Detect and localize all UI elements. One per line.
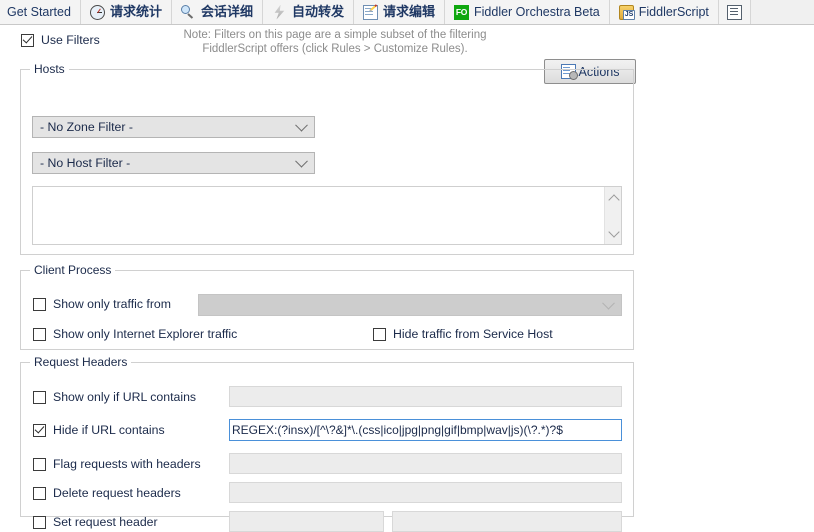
set-request-header-value-input[interactable]: [392, 511, 622, 532]
show-only-traffic-from-row[interactable]: Show only traffic from: [33, 297, 171, 311]
tab-label: 请求编辑: [382, 4, 435, 20]
scroll-down-arrow-icon[interactable]: [605, 225, 622, 242]
flag-requests-with-headers-input[interactable]: [229, 453, 622, 474]
delete-request-headers-label: Delete request headers: [53, 486, 181, 500]
hide-service-host-checkbox[interactable]: [373, 327, 386, 341]
note-line-1: Note: Filters on this page are a simple …: [183, 29, 487, 41]
tab-strip: Get Started 请求统计 会话详细 自动转发 请求编辑 FO Fiddl…: [0, 0, 814, 25]
hide-if-url-contains-label: Hide if URL contains: [53, 423, 165, 437]
tab-fiddlerscript[interactable]: FiddlerScript: [609, 0, 719, 24]
show-only-traffic-from-label: Show only traffic from: [53, 297, 172, 311]
tab-label: Fiddler Orchestra Beta: [474, 4, 600, 19]
use-filters-row[interactable]: Use Filters: [21, 33, 100, 47]
magnifier-icon: [180, 4, 196, 20]
show-only-ie-traffic-row[interactable]: Show only Internet Explorer traffic: [33, 327, 237, 341]
show-only-if-url-contains-input[interactable]: [229, 386, 622, 407]
tab-autoresponder[interactable]: 自动转发: [262, 0, 354, 24]
request-headers-group-title: Request Headers: [30, 355, 132, 369]
filters-header: Use Filters Note: Filters on this page a…: [0, 25, 660, 63]
log-list-icon: [726, 4, 742, 20]
pencil-edit-icon: [362, 4, 378, 20]
client-process-combobox[interactable]: [198, 294, 622, 316]
host-list-content[interactable]: [33, 187, 604, 244]
set-request-header-label: Set request header: [53, 515, 158, 529]
note-line-2: FiddlerScript offers (click Rules > Cust…: [202, 43, 468, 55]
tab-label: 自动转发: [291, 4, 344, 20]
host-filter-value: - No Host Filter -: [40, 156, 131, 170]
hide-if-url-contains-input[interactable]: REGEX:(?insx)/[^\?&]*\.(css|ico|jpg|png|…: [229, 419, 622, 441]
js-script-icon: [618, 4, 636, 20]
tab-session-inspector[interactable]: 会话详细: [171, 0, 263, 24]
fo-badge-icon: FO: [454, 4, 469, 20]
zone-filter-value: - No Zone Filter -: [40, 120, 133, 134]
client-process-group-title: Client Process: [30, 263, 116, 277]
show-only-if-url-contains-row[interactable]: Show only if URL contains: [33, 390, 196, 404]
tab-composer[interactable]: 请求编辑: [353, 0, 445, 24]
filters-page: Use Filters Note: Filters on this page a…: [0, 25, 814, 532]
chevron-down-icon: [295, 154, 308, 168]
hide-if-url-contains-row[interactable]: Hide if URL contains: [33, 423, 165, 437]
delete-request-headers-input[interactable]: [229, 482, 622, 503]
lightning-bolt-icon: [274, 4, 285, 20]
tab-fiddler-orchestra-beta[interactable]: FO Fiddler Orchestra Beta: [445, 0, 610, 24]
tab-label: Get Started: [7, 4, 71, 19]
tab-label: 请求统计: [109, 4, 162, 20]
set-request-header-checkbox[interactable]: [33, 515, 46, 529]
use-filters-checkbox[interactable]: [21, 33, 34, 47]
clock-stats-icon: [89, 4, 105, 20]
chevron-down-icon: [602, 296, 615, 310]
flag-requests-with-headers-row[interactable]: Flag requests with headers: [33, 457, 201, 471]
hide-service-host-label: Hide traffic from Service Host: [393, 327, 553, 341]
show-only-ie-traffic-checkbox[interactable]: [33, 327, 46, 341]
hosts-group-title: Hosts: [30, 62, 69, 76]
flag-requests-with-headers-label: Flag requests with headers: [53, 457, 201, 471]
show-only-ie-traffic-label: Show only Internet Explorer traffic: [53, 327, 238, 341]
zone-filter-combobox[interactable]: - No Zone Filter -: [32, 116, 315, 138]
set-request-header-name-input[interactable]: [229, 511, 384, 532]
flag-requests-with-headers-checkbox[interactable]: [33, 457, 46, 471]
delete-request-headers-row[interactable]: Delete request headers: [33, 486, 181, 500]
hide-if-url-contains-value: REGEX:(?insx)/[^\?&]*\.(css|ico|jpg|png|…: [232, 423, 563, 437]
scroll-up-arrow-icon[interactable]: [605, 189, 622, 206]
hide-if-url-contains-checkbox[interactable]: [33, 423, 46, 437]
use-filters-label: Use Filters: [41, 33, 100, 47]
tab-request-statistics[interactable]: 请求统计: [80, 0, 172, 24]
set-request-header-row[interactable]: Set request header: [33, 515, 158, 529]
filters-note: Note: Filters on this page are a simple …: [140, 28, 530, 56]
delete-request-headers-checkbox[interactable]: [33, 486, 46, 500]
hide-service-host-row[interactable]: Hide traffic from Service Host: [373, 327, 553, 341]
show-only-traffic-from-checkbox[interactable]: [33, 297, 46, 311]
host-list-textarea[interactable]: [32, 186, 622, 245]
chevron-down-icon: [295, 118, 308, 132]
show-only-if-url-contains-label: Show only if URL contains: [53, 390, 197, 404]
tab-get-started[interactable]: Get Started: [0, 0, 81, 24]
tab-label: 会话详细: [200, 4, 253, 20]
show-only-if-url-contains-checkbox[interactable]: [33, 390, 46, 404]
host-list-scrollbar[interactable]: [604, 187, 621, 244]
tab-label: FiddlerScript: [638, 4, 709, 19]
host-filter-combobox[interactable]: - No Host Filter -: [32, 152, 315, 174]
tab-log[interactable]: [718, 0, 751, 24]
